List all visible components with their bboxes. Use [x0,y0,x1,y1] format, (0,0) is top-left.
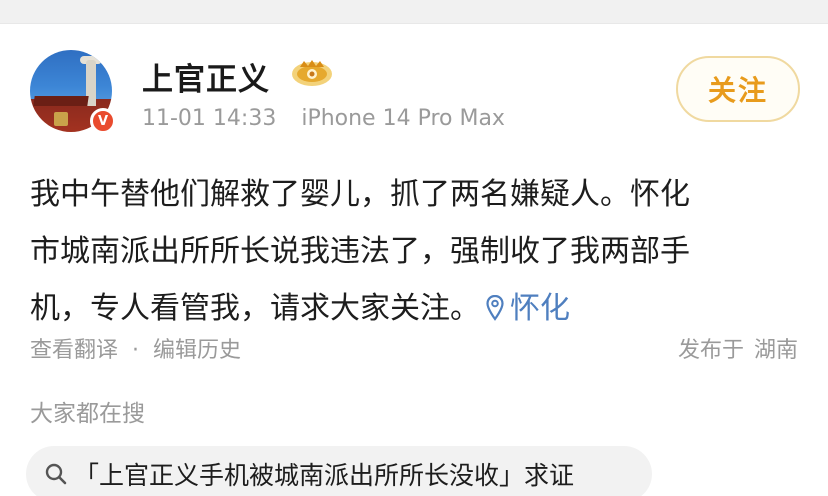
post-actions: 查看翻译 · 编辑历史 [30,332,241,364]
post-timestamp: 11-01 14:33 [142,106,277,131]
post-line-text: 机，专人看管我，请求大家关注。 [30,291,480,326]
location-pin-icon [486,295,504,321]
vip-crown-icon[interactable] [290,58,334,88]
related-search-item[interactable]: 「上官正义手机被城南派出所所长没收」求证 [26,446,652,496]
separator-dot: · [132,338,140,363]
follow-button[interactable]: 关注 [676,56,800,122]
search-icon [45,463,67,485]
location-label: 怀化 [510,291,570,326]
username[interactable]: 上官正义 [142,54,270,99]
top-strip [0,0,828,24]
verified-v-icon: V [90,108,116,134]
trending-title: 大家都在搜 [30,401,145,427]
related-search-text: 「上官正义手机被城南派出所所长没收」求证 [74,461,575,490]
translate-link[interactable]: 查看翻译 [30,338,118,363]
post-line-last: 机，专人看管我，请求大家关注。 怀化 [30,280,810,337]
post-line: 我中午替他们解救了婴儿，抓了两名嫌疑人。怀化 [30,177,690,212]
post-text: 我中午替他们解救了婴儿，抓了两名嫌疑人。怀化 市城南派出所所长说我违法了，强制收… [30,166,810,337]
post-line: 市城南派出所所长说我违法了，强制收了我两部手 [30,234,690,269]
published-place: 湖南 [753,338,798,363]
post-meta: 11-01 14:33 iPhone 14 Pro Max [142,106,505,131]
published-label: 发布于 [677,338,744,363]
edit-history-link[interactable]: 编辑历史 [153,338,241,363]
location-link[interactable]: 怀化 [486,291,570,326]
post-device[interactable]: iPhone 14 Pro Max [301,106,505,131]
avatar[interactable]: V [30,50,116,134]
published-location: 发布于 湖南 [678,332,798,364]
